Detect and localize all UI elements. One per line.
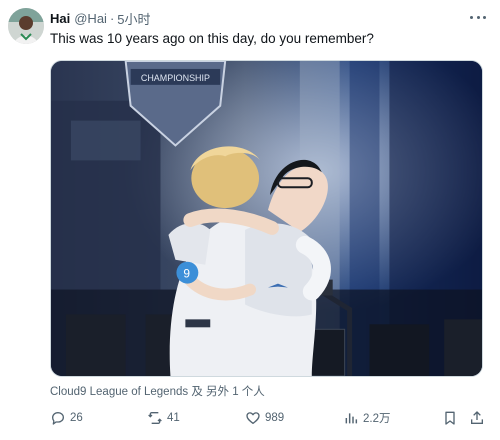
share-button[interactable]: [469, 407, 485, 429]
avatar[interactable]: [8, 8, 44, 44]
action-bar: 26 41 989 2.2万: [50, 407, 486, 429]
tweet-card[interactable]: Hai @Hai · 5小时 This was 10 years ago on …: [0, 0, 500, 440]
like-button[interactable]: 989: [245, 407, 284, 429]
svg-text:9: 9: [183, 267, 190, 281]
tagged-people[interactable]: Cloud9 League of Legends 及 另外 1 个人: [50, 383, 265, 399]
sign-text: CHAMPIONSHIP: [141, 73, 210, 83]
reply-count: 26: [70, 412, 83, 424]
author-name[interactable]: Hai: [50, 11, 70, 26]
retweet-count: 41: [167, 412, 180, 424]
more-dots-icon[interactable]: [470, 10, 486, 24]
retweet-button[interactable]: 41: [147, 407, 180, 429]
reply-icon: [52, 412, 64, 425]
share-icon: [471, 411, 483, 424]
reply-button[interactable]: 26: [50, 407, 83, 429]
tweet-header: Hai @Hai · 5小时: [50, 9, 488, 27]
views-bar-chart-icon: [345, 413, 358, 424]
bookmark-button[interactable]: [442, 407, 458, 429]
like-count: 989: [265, 412, 285, 424]
avatar-image: [8, 8, 44, 44]
retweet-icon: [148, 412, 162, 424]
separator-dot: ·: [109, 10, 115, 26]
tweet-time[interactable]: 5小时: [117, 9, 150, 28]
heart-icon: [246, 412, 260, 424]
tweet-text: This was 10 years ago on this day, do yo…: [50, 31, 374, 46]
author-handle[interactable]: @Hai: [74, 11, 107, 26]
photo-hug-scene: CHAMPIONSHIP 9: [51, 61, 482, 376]
views-button[interactable]: 2.2万: [343, 407, 391, 429]
view-count: 2.2万: [363, 413, 391, 425]
bookmark-icon: [445, 411, 455, 425]
tweet-photo[interactable]: CHAMPIONSHIP 9: [50, 60, 483, 377]
